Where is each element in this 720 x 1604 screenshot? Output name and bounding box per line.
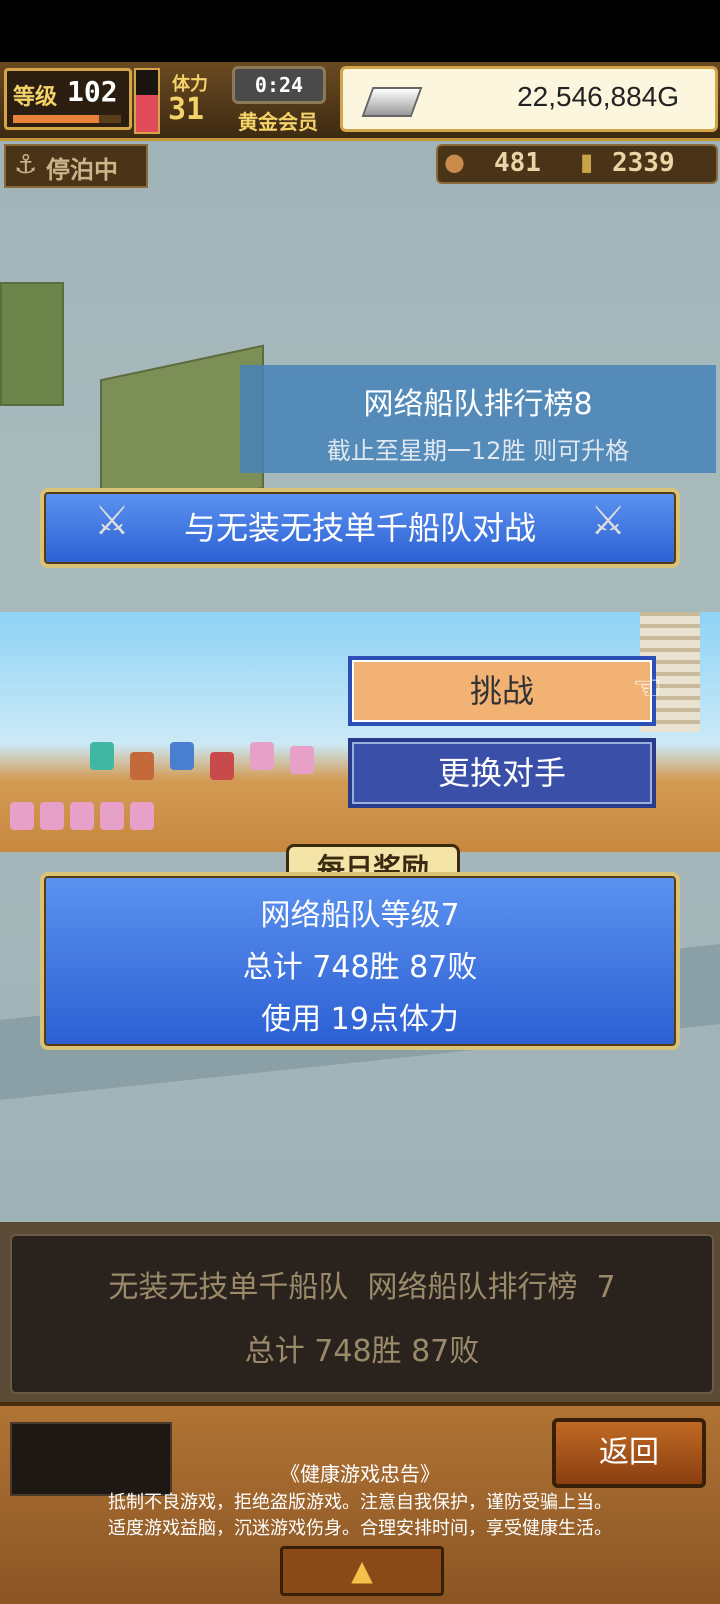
resource-b: 2339 [612,148,675,178]
daily-reward-panel: 网络船队等级7 总计 748胜 87败 使用 19点体力 [40,872,680,1050]
timer-box: 0:24 [232,66,326,104]
exp-bar [13,115,121,123]
challenge-label: 挑战 [469,672,534,710]
crowd [0,722,330,852]
battle-scene [0,612,720,852]
sword-right-icon: ⚔ [590,498,626,544]
change-opponent-button[interactable]: 更换对手 [348,738,656,808]
battle-banner-button[interactable]: ⚔ 与无装无技单千船队对战 ⚔ [40,488,680,568]
island-tile [0,282,64,406]
ranking-title: 网络船队排行榜8 [363,387,593,422]
stamina-gauge [134,68,160,134]
docked-label: 停泊中 [46,156,118,184]
footer-panel: 返回 《健康游戏忠告》 抵制不良游戏，拒绝盗版游戏。注意自我保护，谨防受骗上当。… [0,1402,720,1604]
pointer-hand-icon: ☜ [632,668,663,708]
level-box: 等级 102 [4,68,132,130]
gold-amount: 22,546,884G [517,81,679,112]
ranking-panel: 网络船队排行榜8 截止至星期一12胜 则可升格 [240,365,716,473]
top-hud: 等级 102 体力 31 0:24 黄金会员 22,546,884G [0,62,720,141]
health-line-1: 抵制不良游戏，拒绝盗版游戏。注意自我保护，谨防受骗上当。 [108,1492,612,1513]
resource-a: 481 [494,148,541,178]
expand-button[interactable]: ▲ [280,1546,444,1596]
level-value: 102 [67,75,118,108]
health-title: 《健康游戏忠告》 [280,1462,440,1486]
reward-line-3: 使用 19点体力 [261,1002,459,1037]
health-line-2: 适度游戏益脑，沉迷游戏伤身。合理安排时间，享受健康生活。 [108,1518,612,1539]
level-label: 等级 [13,85,58,110]
stamina-value: 31 [168,92,205,127]
docked-status: ⚓ 停泊中 [4,144,148,188]
status-bar [0,0,720,62]
reward-line-1: 网络船队等级7 [260,898,460,933]
timer: 0:24 [254,73,304,97]
challenge-button[interactable]: 挑战 [348,656,656,726]
opponent-line-2: 总计 748胜 87败 [244,1334,480,1369]
coin-icon: ▮ [580,148,594,176]
anchor-icon: ⚓ [14,150,38,180]
ranking-subtitle: 截止至星期一12胜 则可升格 [326,437,630,465]
resource-panel: ● 481 ▮ 2339 [436,144,718,184]
opponent-info-bar: 无装无技单千船队 网络船队排行榜 7 总计 748胜 87败 [0,1222,720,1402]
meat-icon: ● [444,148,465,176]
battle-banner-label: 与无装无技单千船队对战 [183,509,536,547]
member-label: 黄金会员 [238,110,318,134]
opponent-line-1: 无装无技单千船队 网络船队排行榜 7 [108,1270,616,1305]
sword-left-icon: ⚔ [94,498,130,544]
change-opponent-label: 更换对手 [437,754,566,792]
silver-bar-icon [361,87,423,117]
up-arrow-icon: ▲ [351,1554,373,1587]
gold-panel: 22,546,884G [340,66,718,132]
reward-line-2: 总计 748胜 87败 [242,950,478,985]
